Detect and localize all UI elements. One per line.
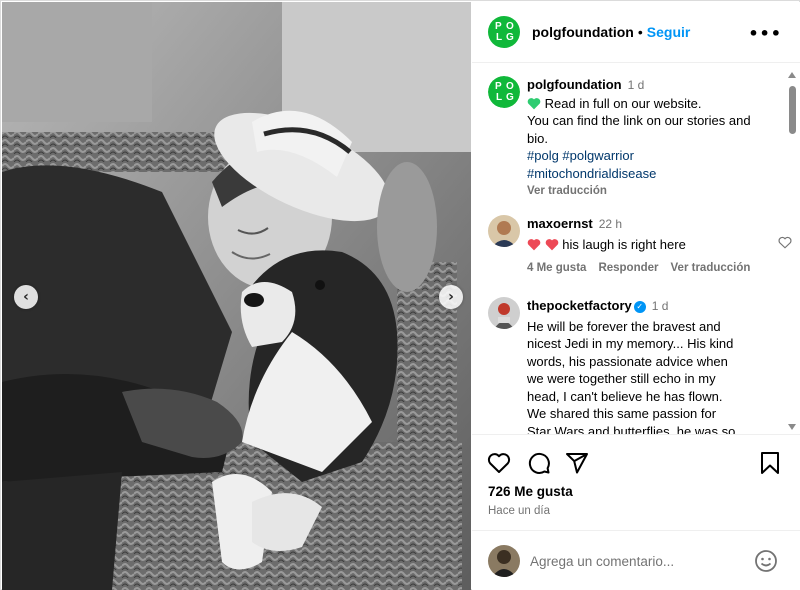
photo-image: [2, 2, 471, 590]
red-heart-emoji-icon: [545, 238, 558, 250]
logo-letter: P: [495, 81, 502, 92]
scroll-down-arrow-icon[interactable]: [788, 424, 796, 430]
add-comment-bar: [472, 530, 800, 590]
post-timestamp: Hace un día: [488, 505, 551, 517]
comment-text: He will be forever the bravest and nices…: [527, 318, 736, 435]
comment-input[interactable]: [530, 549, 750, 573]
post-side-panel: P O L G polgfoundation • Seguir ••• P O …: [472, 2, 800, 590]
separator: •: [637, 24, 643, 40]
green-heart-icon: [527, 97, 541, 109]
comment-time: 22 h: [598, 217, 623, 231]
logo-letter: L: [496, 92, 503, 103]
comment-username[interactable]: thepocketfactory: [527, 298, 632, 313]
caption-time: 1 d: [627, 78, 645, 92]
follow-button[interactable]: Seguir: [647, 24, 691, 40]
post-modal: ‹ › P O L G polgfoundation • Seguir •••: [0, 0, 800, 590]
logo-letter: G: [506, 92, 514, 103]
post-photo: ‹ ›: [2, 2, 471, 590]
comment-username[interactable]: maxoernst: [527, 216, 593, 231]
next-photo-button[interactable]: ›: [439, 285, 463, 309]
red-heart-emoji-icon: [527, 238, 541, 250]
post-header: P O L G polgfoundation • Seguir •••: [472, 2, 800, 63]
heart-icon[interactable]: [487, 451, 511, 475]
logo-letter: G: [506, 32, 514, 43]
emoji-icon[interactable]: [754, 549, 778, 573]
comment-time: 1 d: [651, 299, 669, 313]
bookmark-icon[interactable]: [758, 451, 782, 475]
scrollbar-thumb[interactable]: [789, 86, 796, 134]
more-options-button[interactable]: •••: [748, 24, 782, 43]
prev-photo-button[interactable]: ‹: [14, 285, 38, 309]
verified-badge-icon: ✓: [633, 300, 646, 313]
logo-letter: L: [496, 32, 503, 43]
comment-avatar[interactable]: [488, 215, 520, 247]
send-icon[interactable]: [565, 451, 589, 475]
comment-likes[interactable]: 4 Me gusta: [527, 262, 586, 274]
profile-avatar[interactable]: P O L G: [488, 16, 520, 48]
comment-item: maxoernst 22 h his laugh is right here 4 …: [488, 215, 792, 285]
comments-list[interactable]: P O L G polgfoundation 1 d Read in full o…: [472, 64, 800, 434]
current-user-avatar: [488, 545, 520, 577]
comment-translate-link[interactable]: Ver traducción: [671, 262, 751, 274]
reply-button[interactable]: Responder: [598, 262, 658, 274]
logo-letter: P: [495, 21, 502, 32]
caption-hashtags[interactable]: #mitochondrialdisease: [527, 165, 772, 183]
chevron-right-icon: ›: [448, 289, 454, 305]
caption-avatar[interactable]: P O L G: [488, 76, 520, 108]
comments-scrollbar[interactable]: [788, 72, 797, 430]
caption-translate-link[interactable]: Ver traducción: [527, 185, 607, 197]
comment-icon[interactable]: [527, 451, 551, 475]
caption-line: You can find the link on our stories and…: [527, 113, 751, 146]
comment-text: his laugh is right here: [562, 236, 686, 252]
chevron-left-icon: ‹: [23, 289, 29, 305]
caption-hashtags[interactable]: #polg #polgwarrior: [527, 147, 772, 165]
comment-item: thepocketfactory ✓ 1 d He will be forever …: [488, 297, 778, 434]
post-actions: 726 Me gusta Hace un día: [472, 434, 800, 530]
logo-letter: O: [506, 21, 514, 32]
comment-avatar[interactable]: [488, 297, 520, 329]
likes-count[interactable]: 726 Me gusta: [488, 484, 573, 499]
caption-line: Read in full on our website.: [544, 95, 702, 111]
logo-letter: O: [506, 81, 514, 92]
caption-username[interactable]: polgfoundation: [527, 77, 622, 92]
header-username[interactable]: polgfoundation: [532, 24, 634, 40]
scroll-up-arrow-icon[interactable]: [788, 72, 796, 78]
caption: P O L G polgfoundation 1 d Read in full o…: [488, 76, 778, 206]
